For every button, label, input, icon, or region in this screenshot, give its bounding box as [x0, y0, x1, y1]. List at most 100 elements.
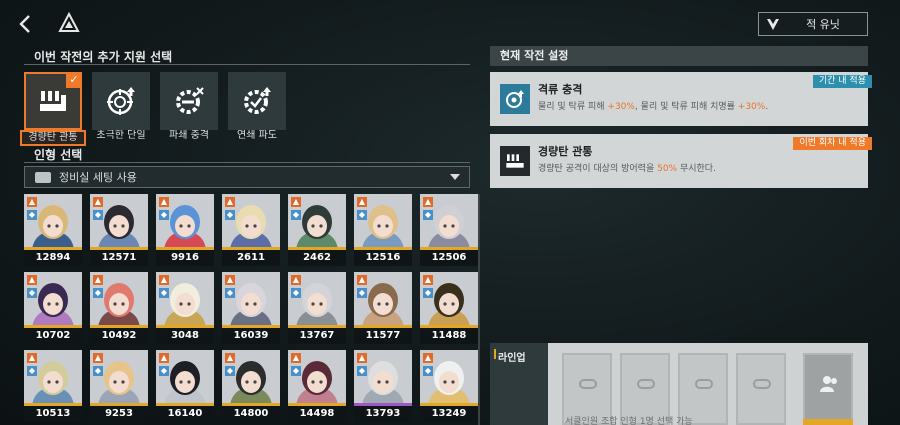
doll-section-title: 인형 선택 [34, 148, 83, 162]
doll-power-value: 3048 [156, 328, 214, 344]
lineup-title: 라인업 [498, 353, 526, 364]
doll-grid-scrollbar[interactable] [478, 194, 480, 425]
doll-divider [24, 162, 470, 163]
support-option-wave[interactable]: 연쇄 파도 [228, 72, 286, 146]
preset-dropdown[interactable]: 정비실 세팅 사용 [24, 166, 470, 188]
doll-card[interactable]: ▲ ◆ 13793 [354, 350, 412, 422]
doll-power-value: 12516 [354, 250, 412, 266]
chevron-down-icon [450, 174, 460, 180]
people-icon [820, 376, 837, 392]
role-up-icon: ▲ [27, 275, 37, 285]
doll-grid: ▲ ◆ 12894 ▲ ◆ 12571 ▲ ◆ 9916 ▲ ◆ 2611 ▲ ◆ 2462 ▲ ◆ 12516 ▲… [24, 194, 478, 422]
doll-card[interactable]: ▲ ◆ 14498 [288, 350, 346, 422]
lineup-confirm-button[interactable] [803, 419, 853, 425]
doll-card[interactable]: ▲ ◆ 11577 [354, 272, 412, 344]
doll-card[interactable]: ▲ ◆ 9253 [90, 350, 148, 422]
lineup-slot[interactable] [736, 353, 786, 425]
bullet-pierce-icon [40, 91, 66, 111]
doll-power-value: 11577 [354, 328, 412, 344]
element-icon: ◆ [93, 366, 103, 376]
doll-card[interactable]: ▲ ◆ 2462 [288, 194, 346, 266]
doll-card[interactable]: ▲ ◆ 10702 [24, 272, 82, 344]
doll-card[interactable]: ▲ ◆ 12571 [90, 194, 148, 266]
doll-power-value: 12894 [24, 250, 82, 266]
element-icon: ◆ [225, 288, 235, 298]
role-up-icon: ▲ [423, 275, 433, 285]
role-up-icon: ▲ [357, 197, 367, 207]
gear-shatter-icon [176, 87, 204, 114]
link-icon [637, 379, 655, 389]
doll-card[interactable]: ▲ ◆ 12516 [354, 194, 412, 266]
doll-power-value: 16140 [156, 406, 214, 422]
period-badge: 기간 내 적용 [812, 75, 872, 88]
crosshair-up-icon [500, 84, 530, 114]
role-up-icon: ▲ [159, 275, 169, 285]
doll-power-value: 9916 [156, 250, 214, 266]
role-up-icon: ▲ [27, 353, 37, 363]
game-logo-icon[interactable] [58, 12, 80, 34]
element-icon: ◆ [291, 210, 301, 220]
doll-card[interactable]: ▲ ◆ 13249 [420, 350, 478, 422]
doll-card[interactable]: ▲ ◆ 10513 [24, 350, 82, 422]
gear-wave-icon [244, 87, 271, 114]
element-icon: ◆ [225, 210, 235, 220]
element-icon: ◆ [225, 366, 235, 376]
element-icon: ◆ [27, 366, 37, 376]
doll-card[interactable]: ▲ ◆ 3048 [156, 272, 214, 344]
support-option-label: 연쇄 파도 [237, 130, 277, 141]
setting-card-title: 경량탄 관통 [538, 145, 593, 158]
crosshair-up-icon [107, 87, 135, 115]
role-up-icon: ▲ [357, 353, 367, 363]
support-divider [24, 64, 470, 65]
doll-card[interactable]: ▲ ◆ 12894 [24, 194, 82, 266]
doll-card[interactable]: ▲ ◆ 16039 [222, 272, 280, 344]
doll-power-value: 14800 [222, 406, 280, 422]
support-section-title: 이번 작전의 추가 지원 선택 [34, 50, 173, 64]
enemy-units-button[interactable]: 적 유닛 [758, 12, 868, 36]
element-icon: ◆ [93, 210, 103, 220]
setting-card-title: 격류 충격 [538, 83, 583, 96]
lineup-side: 라인업 [490, 343, 548, 425]
support-option-crosshair[interactable]: 초극한 단일 [92, 72, 150, 146]
doll-card[interactable]: ▲ ◆ 10492 [90, 272, 148, 344]
support-option-label: 경량탄 관통 [20, 130, 86, 146]
doll-power-value: 10513 [24, 406, 82, 422]
support-option-label: 파쇄 충격 [169, 130, 209, 141]
doll-power-value: 9253 [90, 406, 148, 422]
setting-card-desc: 물리 및 탁류 피해 +30%, 물리 및 탁류 피해 치명률 +30%. [538, 102, 769, 112]
lineup-support-slot[interactable] [803, 353, 853, 425]
doll-card[interactable]: ▲ ◆ 14800 [222, 350, 280, 422]
element-icon: ◆ [357, 288, 367, 298]
selected-check-icon: ✓ [66, 72, 82, 88]
doll-power-value: 10492 [90, 328, 148, 344]
doll-card[interactable]: ▲ ◆ 11488 [420, 272, 478, 344]
doll-card[interactable]: ▲ ◆ 9916 [156, 194, 214, 266]
link-icon [695, 379, 713, 389]
support-option-label: 초극한 단일 [96, 130, 146, 141]
link-icon [753, 379, 771, 389]
folder-icon [35, 171, 51, 183]
doll-power-value: 14498 [288, 406, 346, 422]
element-icon: ◆ [291, 366, 301, 376]
role-up-icon: ▲ [225, 353, 235, 363]
round-badge: 이번 회차 내 적용 [793, 137, 872, 150]
support-option-bullet-pierce[interactable]: ✓ 경량탄 관통 [20, 72, 86, 146]
bullet-pierce-icon [500, 146, 530, 176]
doll-card[interactable]: ▲ ◆ 16140 [156, 350, 214, 422]
element-icon: ◆ [93, 288, 103, 298]
role-up-icon: ▲ [93, 197, 103, 207]
support-option-shatter[interactable]: 파쇄 충격 [160, 72, 218, 146]
setting-card-torrent[interactable]: 격류 충격 물리 및 탁류 피해 +30%, 물리 및 탁류 피해 치명률 +3… [490, 72, 872, 126]
role-up-icon: ▲ [423, 197, 433, 207]
setting-card-desc: 경량탄 공격이 대상의 방어력을 50% 무시한다. [538, 164, 716, 174]
setting-card-bullet-pierce[interactable]: 경량탄 관통 경량탄 공격이 대상의 방어력을 50% 무시한다. 이번 회차 … [490, 134, 872, 188]
role-up-icon: ▲ [423, 353, 433, 363]
role-up-icon: ▲ [291, 275, 301, 285]
doll-card[interactable]: ▲ ◆ 12506 [420, 194, 478, 266]
element-icon: ◆ [291, 288, 301, 298]
doll-card[interactable]: ▲ ◆ 2611 [222, 194, 280, 266]
doll-card[interactable]: ▲ ◆ 13767 [288, 272, 346, 344]
back-arrow-icon[interactable] [14, 12, 38, 36]
doll-power-value: 12571 [90, 250, 148, 266]
lineup-hint: 서클인원 조합 인형 1명 선택 가능 [565, 417, 693, 425]
